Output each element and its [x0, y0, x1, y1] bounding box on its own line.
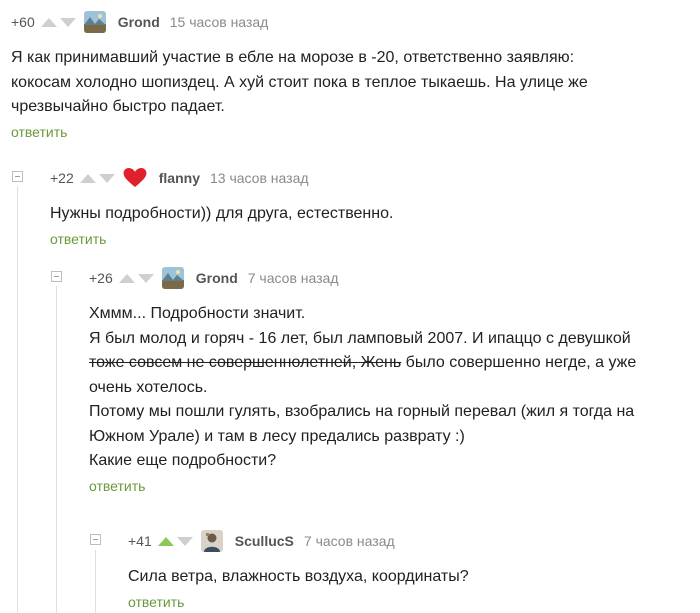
comment-line: Нужны подробности)) для друга, естествен… — [50, 205, 394, 222]
heart-icon[interactable] — [123, 168, 147, 188]
comment-text: Я как принимавший участие в ебле на моро… — [11, 46, 588, 120]
vote-controls — [157, 536, 193, 546]
landscape-avatar[interactable] — [161, 267, 184, 289]
landscape-avatar[interactable] — [83, 11, 106, 33]
reply-link[interactable]: ответить — [50, 231, 393, 247]
comment-line: Я был молод и горяч - 16 лет, был лампов… — [89, 329, 631, 347]
comment: +26 Grond 7 часов назад Хммм... Подробно… — [89, 267, 636, 494]
comment-line: Потому мы пошли гулять, взобрались на го… — [89, 403, 635, 420]
comment-rating: +22 — [50, 170, 74, 186]
downvote-icon[interactable] — [176, 536, 193, 546]
comment: +41 ScullucS 7 часов назад Сила ветра, в… — [128, 530, 469, 610]
comment-timestamp: 7 часов назад — [247, 270, 339, 286]
comment-line: Я как принимавший участие в ебле на моро… — [11, 49, 575, 66]
vote-controls — [79, 173, 115, 183]
comment-rating: +60 — [11, 14, 35, 30]
comment-timestamp: 15 часов назад — [169, 14, 269, 30]
comment-author[interactable]: Grond — [118, 14, 160, 30]
comment-timestamp: 7 часов назад — [303, 533, 395, 549]
comment: +60 Grond 15 часов назад Я как принимавш… — [11, 11, 588, 140]
upvote-icon[interactable] — [157, 536, 174, 546]
comment-line: Южном Урале) и там в лесу предались разв… — [89, 427, 465, 445]
upvote-icon[interactable] — [79, 173, 96, 183]
strikethrough-text: тоже совсем не совершеннолетней, Жень — [89, 354, 402, 371]
comment-timestamp: 13 часов назад — [209, 170, 309, 186]
comment-line: Хммм... Подробности значит. — [89, 305, 306, 322]
upvote-icon[interactable] — [40, 17, 57, 27]
downvote-icon[interactable] — [98, 173, 115, 183]
collapse-thread-button[interactable] — [12, 171, 23, 182]
comment-header: +22 flanny 13 часов назад — [50, 168, 393, 188]
comment-line: очень хотелось. — [89, 378, 208, 396]
comment-header: +26 Grond 7 часов назад — [89, 267, 636, 289]
comment-line: кокосам холодно шопиздец. А хуй стоит по… — [11, 73, 588, 91]
thread-line-level-1 — [17, 186, 18, 613]
comment-author[interactable]: flanny — [159, 170, 200, 186]
upvote-icon[interactable] — [118, 273, 135, 283]
comment-rating: +41 — [128, 533, 152, 549]
vote-controls — [40, 17, 76, 27]
thread-line-level-3 — [95, 550, 96, 613]
comment-rating: +26 — [89, 270, 113, 286]
collapse-thread-button[interactable] — [51, 271, 62, 282]
comment-text: Нужны подробности)) для друга, естествен… — [50, 202, 393, 227]
downvote-icon[interactable] — [59, 17, 76, 27]
comment-header: +60 Grond 15 часов назад — [11, 11, 588, 33]
comment-line: тоже совсем не совершеннолетней, Жень бы… — [89, 351, 636, 376]
person-avatar[interactable] — [200, 530, 223, 552]
comment-text: Хммм... Подробности значит. Я был молод … — [89, 302, 636, 474]
comment-line: чрезвычайно быстро падает. — [11, 98, 225, 115]
thread-line-level-2 — [56, 286, 57, 613]
reply-link[interactable]: ответить — [128, 594, 469, 610]
comment-header: +41 ScullucS 7 часов назад — [128, 530, 469, 552]
comment-line: Сила ветра, влажность воздуха, координат… — [128, 568, 469, 585]
comment-author[interactable]: ScullucS — [235, 533, 294, 549]
collapse-thread-button[interactable] — [90, 534, 101, 545]
downvote-icon[interactable] — [137, 273, 154, 283]
comment: +22 flanny 13 часов назад Нужны подробно… — [50, 168, 393, 247]
reply-link[interactable]: ответить — [11, 124, 588, 140]
comment-author[interactable]: Grond — [196, 270, 238, 286]
comment-line: Какие еще подробности? — [89, 452, 277, 469]
comment-text: Сила ветра, влажность воздуха, координат… — [128, 565, 469, 590]
comment-text-fragment: было совершенно негде, а уже — [401, 354, 637, 371]
reply-link[interactable]: ответить — [89, 478, 636, 494]
vote-controls — [118, 273, 154, 283]
